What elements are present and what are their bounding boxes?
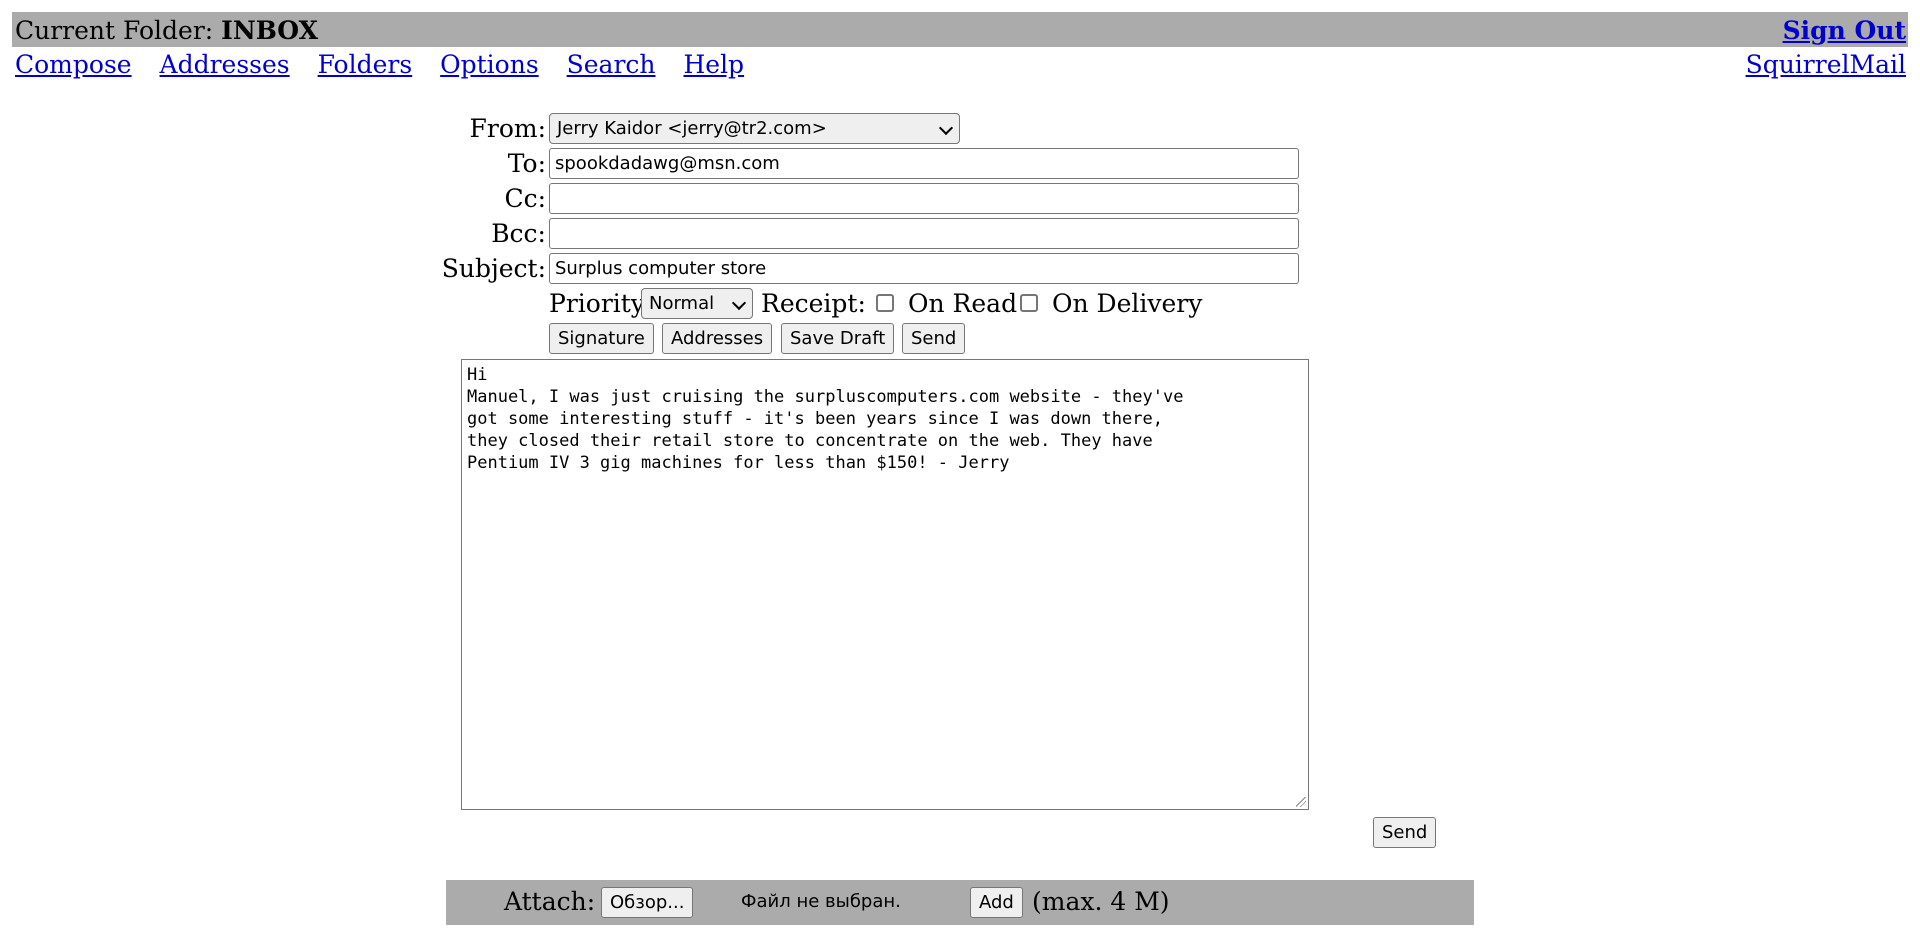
nav-addresses[interactable]: Addresses [160,50,290,79]
to-label: To: [507,149,546,178]
subject-label: Subject: [441,254,546,283]
from-select[interactable]: Jerry Kaidor <jerry@tr2.com> [549,113,960,144]
message-body-text: Hi Manuel, I was just cruising the surpl… [467,365,1184,473]
from-select-value: Jerry Kaidor <jerry@tr2.com> [557,118,827,139]
attach-label: Attach: [504,887,596,916]
sign-out-link[interactable]: Sign Out [1783,16,1906,45]
cc-label: Cc: [504,184,546,213]
on-read-checkbox[interactable] [876,294,894,312]
resize-handle-icon[interactable] [1296,797,1306,807]
priority-select-value: Normal [649,293,715,314]
max-size-note: (max. 4 M) [1032,887,1170,916]
nav-help[interactable]: Help [683,50,744,79]
receipt-label: Receipt: [761,289,866,318]
on-delivery-label: On Delivery [1052,289,1203,318]
no-file-text: Файл не выбран. [741,891,901,912]
priority-select[interactable]: Normal [641,288,753,319]
subject-field[interactable]: Surplus computer store [549,253,1299,284]
bcc-label: Bcc: [491,219,546,248]
add-attachment-button[interactable]: Add [970,887,1023,918]
attach-bar: Attach: Обзор... Файл не выбран. Add (ma… [446,880,1474,925]
browse-button[interactable]: Обзор... [601,887,694,918]
nav-options[interactable]: Options [440,50,539,79]
bcc-field[interactable] [549,218,1299,249]
send-button-bottom[interactable]: Send [1373,817,1437,848]
addresses-button[interactable]: Addresses [662,323,773,354]
nav-compose[interactable]: Compose [15,50,132,79]
cc-field[interactable] [549,183,1299,214]
chevron-down-icon [938,120,954,136]
current-folder-label: Current Folder: [15,16,214,45]
message-body[interactable]: Hi Manuel, I was just cruising the surpl… [461,359,1309,810]
on-read-label: On Read [908,289,1018,318]
chevron-down-icon [731,295,747,311]
signature-button[interactable]: Signature [549,323,654,354]
squirrelmail-link[interactable]: SquirrelMail [1746,50,1906,79]
from-label: From: [469,114,546,143]
nav-search[interactable]: Search [567,50,656,79]
main-nav: Compose Addresses Folders Options Search… [15,50,764,79]
on-delivery-checkbox[interactable] [1020,294,1038,312]
current-folder-name: INBOX [221,16,319,45]
current-folder: Current Folder: INBOX [15,16,318,45]
top-bar: Current Folder: INBOX Sign Out [12,12,1908,47]
nav-folders[interactable]: Folders [318,50,413,79]
send-button-top[interactable]: Send [902,323,966,354]
priority-label: Priority [549,289,645,318]
to-field[interactable]: spookdadawg@msn.com [549,148,1299,179]
save-draft-button[interactable]: Save Draft [781,323,895,354]
